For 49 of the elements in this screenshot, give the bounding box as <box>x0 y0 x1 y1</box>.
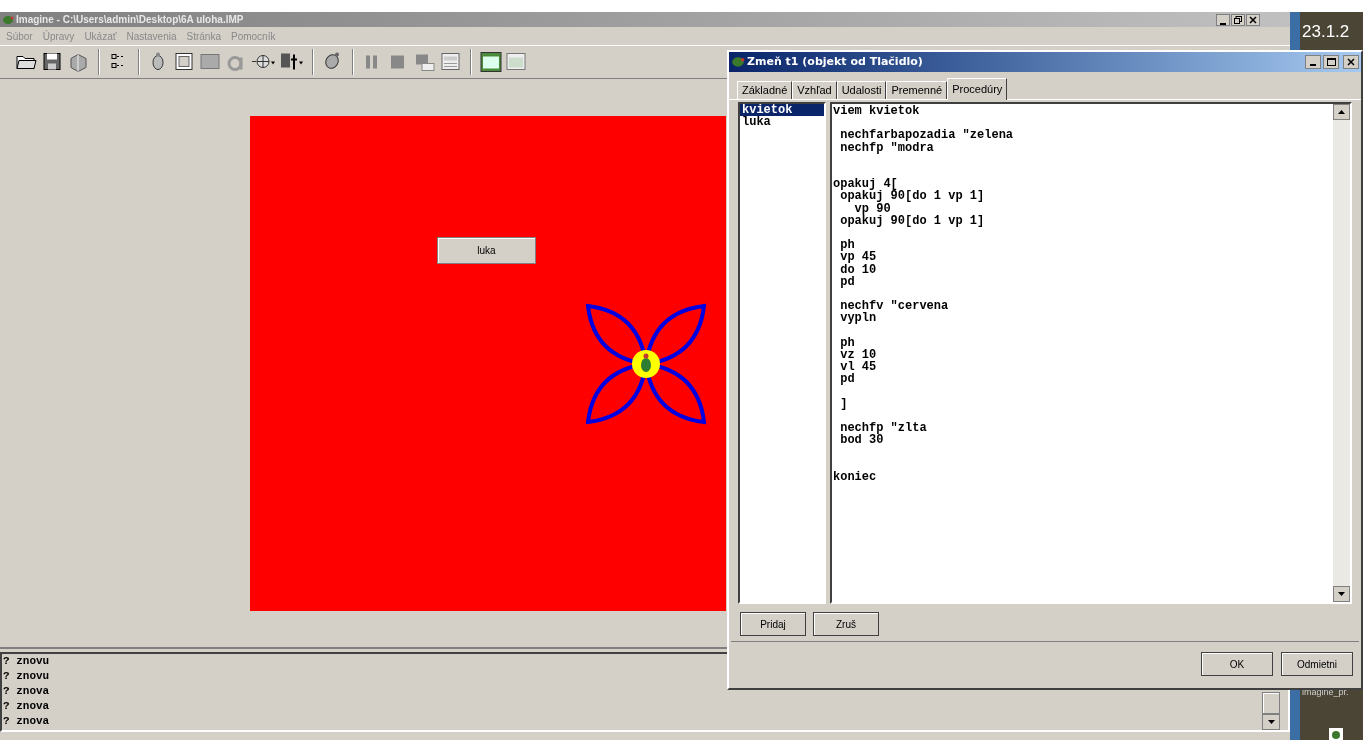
scrollbar-thumb[interactable] <box>1262 692 1280 714</box>
procedure-item[interactable]: luka <box>740 116 824 128</box>
app-icon <box>731 55 745 69</box>
dialog-title: Zmeň t1 (objekt od Tlačidlo) <box>747 53 923 70</box>
tab[interactable]: Vzhľad <box>792 81 837 99</box>
scroll-down-button[interactable] <box>1333 586 1350 602</box>
console-line: ? znovu <box>3 654 50 669</box>
tab[interactable]: Premenné <box>886 81 948 99</box>
close-button[interactable] <box>1343 55 1359 69</box>
page-view-icon[interactable] <box>480 51 502 73</box>
close-icon <box>1347 58 1355 66</box>
dialog-button[interactable]: Odmietni <box>1281 652 1353 676</box>
console-line: ? znovu <box>3 669 50 684</box>
procedure-item[interactable]: kvietok <box>740 104 824 116</box>
restore-button[interactable] <box>1231 13 1245 26</box>
save-icon[interactable] <box>42 51 64 73</box>
dialog-button[interactable]: Zruš <box>813 612 879 636</box>
console-line: ? znova <box>3 684 50 699</box>
desktop-icon-label: imagine_pr. <box>1302 686 1349 699</box>
dialog-button[interactable]: Pridaj <box>740 612 806 636</box>
down-arrow-icon <box>1338 592 1345 596</box>
console-line: ? znova <box>3 699 50 714</box>
frame-icon[interactable] <box>174 51 196 73</box>
page-icon[interactable] <box>440 51 462 73</box>
scroll-up-button[interactable] <box>1333 104 1350 120</box>
up-arrow-icon <box>1338 110 1345 114</box>
scroll-down-button[interactable] <box>1262 714 1280 730</box>
restore-icon <box>1234 15 1242 24</box>
maximize-icon <box>1326 58 1336 66</box>
window-title: Imagine - C:\Users\admin\Desktop\6A uloha.IMP <box>16 13 244 27</box>
console-line: ? znova <box>3 714 50 729</box>
tab[interactable]: Udalosti <box>836 81 887 99</box>
minimize-button[interactable] <box>1216 13 1230 26</box>
tab[interactable]: Procedúry <box>947 78 1008 100</box>
close-icon <box>1249 15 1257 24</box>
minimize-icon <box>1310 64 1316 66</box>
canvas-button[interactable]: luka <box>437 237 536 264</box>
file-icon <box>1328 728 1344 740</box>
clock: 23.1.2 <box>1302 21 1350 43</box>
app-icon <box>2 13 14 26</box>
page-list-icon[interactable] <box>506 51 528 73</box>
minimize-button[interactable] <box>1305 55 1321 69</box>
slider-tool-icon[interactable] <box>280 51 304 73</box>
dialog-button[interactable]: OK <box>1201 652 1273 676</box>
tab[interactable]: Základné <box>737 81 793 99</box>
down-arrow-icon <box>1267 720 1275 724</box>
maximize-button[interactable] <box>1323 55 1339 69</box>
close-button[interactable] <box>1246 13 1260 26</box>
minimize-icon <box>1220 21 1226 25</box>
